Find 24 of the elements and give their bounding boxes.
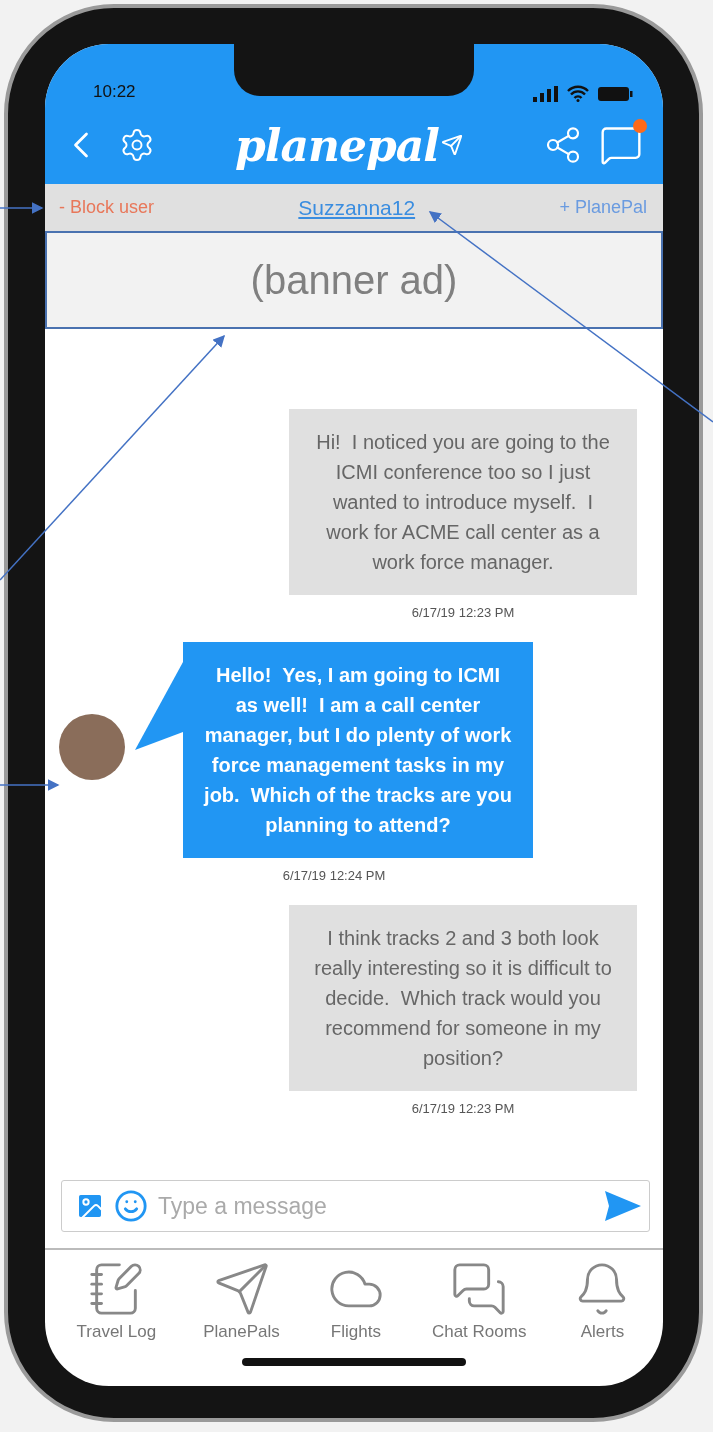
message-bubble: Hello! Yes, I am going to ICMI as well! I am a call center manager, but I do plenty of work force management tasks in my job. Which of the tracks are you planning to attend?	[183, 642, 533, 858]
message-time: 6/17/19 12:23 PM	[411, 1101, 515, 1116]
message-time: 6/17/19 12:23 PM	[411, 605, 515, 620]
nav-tab[interactable]: Chat Rooms	[431, 1260, 527, 1352]
nav-tab[interactable]: Travel Log	[76, 1260, 157, 1352]
banner-ad: (banner ad)	[45, 231, 663, 329]
leader-line	[0, 779, 60, 791]
emoji-icon[interactable]	[114, 1189, 148, 1223]
app-logo: planepal	[171, 119, 527, 171]
message-bubble: Hi! I noticed you are going to the ICMI conference too so I just wanted to introduce myself. I work for ACME call center as a work force manager.	[289, 409, 637, 595]
username-link[interactable]: Suzzanna12	[298, 195, 416, 220]
nav-tab[interactable]: Flights	[326, 1260, 385, 1352]
message-bubble: I think tracks 2 and 3 both look really interesting so it is difficult to decide. Which track would you recommend for someone in my position?	[289, 905, 637, 1091]
nav-tab[interactable]: Alerts	[573, 1260, 632, 1352]
status-time: 10:22	[93, 82, 136, 102]
nav-tab[interactable]: PlanePals	[203, 1260, 280, 1352]
send-icon[interactable]	[605, 1191, 641, 1221]
message-input[interactable]: Type a message	[156, 1191, 597, 1221]
wifi-icon	[567, 85, 589, 102]
message-time: 6/17/19 12:24 PM	[282, 868, 386, 883]
battery-icon	[597, 85, 633, 102]
message-field[interactable]: Type a message	[61, 1180, 650, 1232]
leader-line	[0, 202, 44, 214]
signal-icon	[533, 85, 559, 102]
